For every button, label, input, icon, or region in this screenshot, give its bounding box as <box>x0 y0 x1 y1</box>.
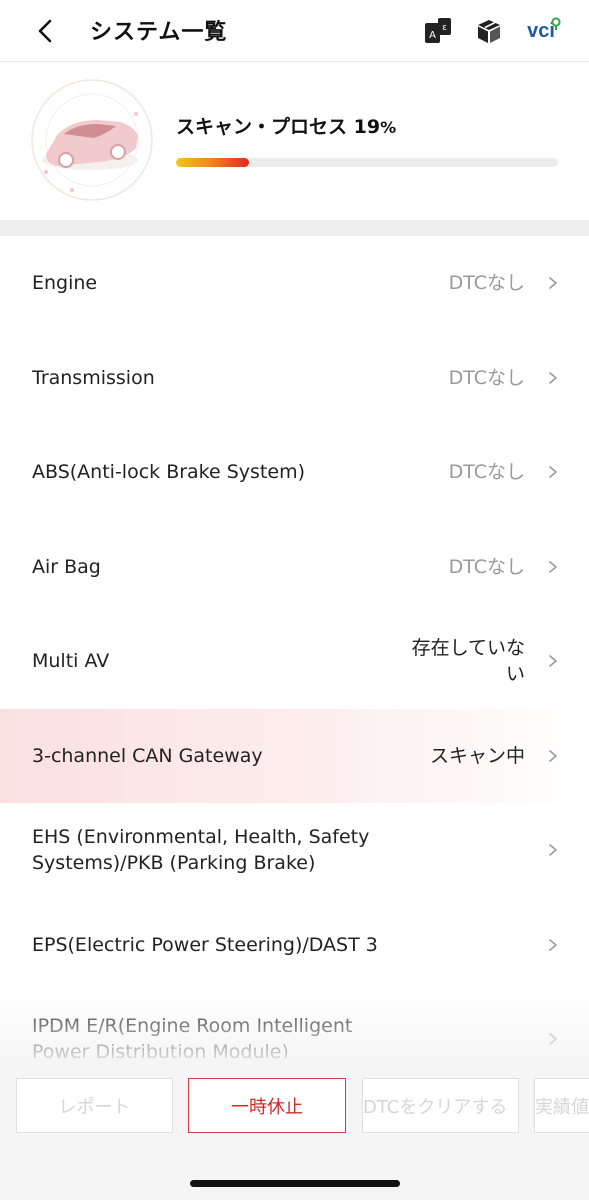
chevron-right-icon <box>547 1029 559 1049</box>
system-name: ABS(Anti-lock Brake System) <box>32 461 305 484</box>
scan-progress-bar <box>176 158 558 167</box>
report-button[interactable]: レポート <box>16 1078 173 1133</box>
chevron-right-icon <box>547 746 559 766</box>
box-button[interactable] <box>472 14 506 48</box>
system-row[interactable]: 3-channel CAN Gateway スキャン中 <box>0 708 589 803</box>
home-indicator <box>190 1180 400 1187</box>
system-name: Transmission <box>32 366 155 389</box>
system-name: EHS (Environmental, Health, Safety Syste… <box>32 826 370 875</box>
system-name: Air Bag <box>32 555 101 578</box>
chevron-right-icon <box>547 273 559 293</box>
clear-dtc-button[interactable]: DTCをクリアする <box>362 1078 519 1133</box>
scan-progress-fill <box>176 158 249 167</box>
system-row[interactable]: Engine DTCなし <box>0 236 589 331</box>
top-bar: システム一覧 A ɛ vci <box>0 0 589 62</box>
translate-button[interactable]: A ɛ <box>420 14 456 48</box>
system-name: Engine <box>32 272 98 295</box>
back-button[interactable] <box>30 16 60 46</box>
system-status: 存在していない <box>411 637 525 686</box>
system-status: DTCなし <box>448 366 525 389</box>
system-name: 3-channel CAN Gateway <box>32 744 263 767</box>
chevron-left-icon <box>38 19 52 43</box>
system-row[interactable]: Transmission DTCなし <box>0 331 589 426</box>
vci-status-button[interactable]: vci <box>522 14 566 48</box>
system-status: DTCなし <box>448 272 525 295</box>
system-name: EPS(Electric Power Steering)/DAST 3 <box>32 933 378 956</box>
system-row[interactable]: EPS(Electric Power Steering)/DAST 3 <box>0 898 589 993</box>
system-status: スキャン中 <box>429 744 525 767</box>
chevron-right-icon <box>547 368 559 388</box>
scan-progress-label: スキャン・プロセス 19% <box>176 112 396 139</box>
scan-progress-card: スキャン・プロセス 19% <box>0 62 589 220</box>
system-row[interactable]: Multi AV 存在していない <box>0 614 589 709</box>
scan-progress-percent-sign: % <box>380 118 397 137</box>
svg-text:ɛ: ɛ <box>442 23 447 33</box>
system-row[interactable]: ABS(Anti-lock Brake System) DTCなし <box>0 425 589 520</box>
system-status: DTCなし <box>448 555 525 578</box>
car-illustration <box>28 76 156 204</box>
chevron-right-icon <box>547 840 559 860</box>
translate-icon: A ɛ <box>425 18 451 43</box>
chevron-right-icon <box>547 462 559 482</box>
page-title: システム一覧 <box>90 20 228 45</box>
section-divider <box>0 220 589 236</box>
bottom-action-bar: レポート 一時休止 DTCをクリアする 実績値 <box>0 1058 589 1200</box>
system-row[interactable]: EHS (Environmental, Health, Safety Syste… <box>0 803 589 898</box>
chevron-right-icon <box>547 935 559 955</box>
actual-values-button[interactable]: 実績値 <box>534 1078 589 1133</box>
scan-progress-text: スキャン・プロセス <box>176 116 348 138</box>
system-row[interactable]: IPDM E/R(Engine Room Intelligent Power D… <box>0 992 589 1058</box>
system-row[interactable]: Air Bag DTCなし <box>0 520 589 615</box>
box-icon <box>478 20 500 43</box>
system-name: IPDM E/R(Engine Room Intelligent Power D… <box>32 1015 353 1058</box>
vci-connection-icon <box>551 17 561 30</box>
pause-button[interactable]: 一時休止 <box>188 1078 346 1133</box>
chevron-right-icon <box>547 557 559 577</box>
chevron-right-icon <box>547 651 559 671</box>
scan-progress-percent: 19 <box>353 116 381 138</box>
system-name: Multi AV <box>32 650 110 673</box>
system-list: Engine DTCなし Transmission DTCなし ABS(Anti-loc… <box>0 236 589 1058</box>
svg-text:A: A <box>429 30 436 41</box>
car-icon <box>31 79 153 201</box>
system-status: DTCなし <box>448 461 525 484</box>
